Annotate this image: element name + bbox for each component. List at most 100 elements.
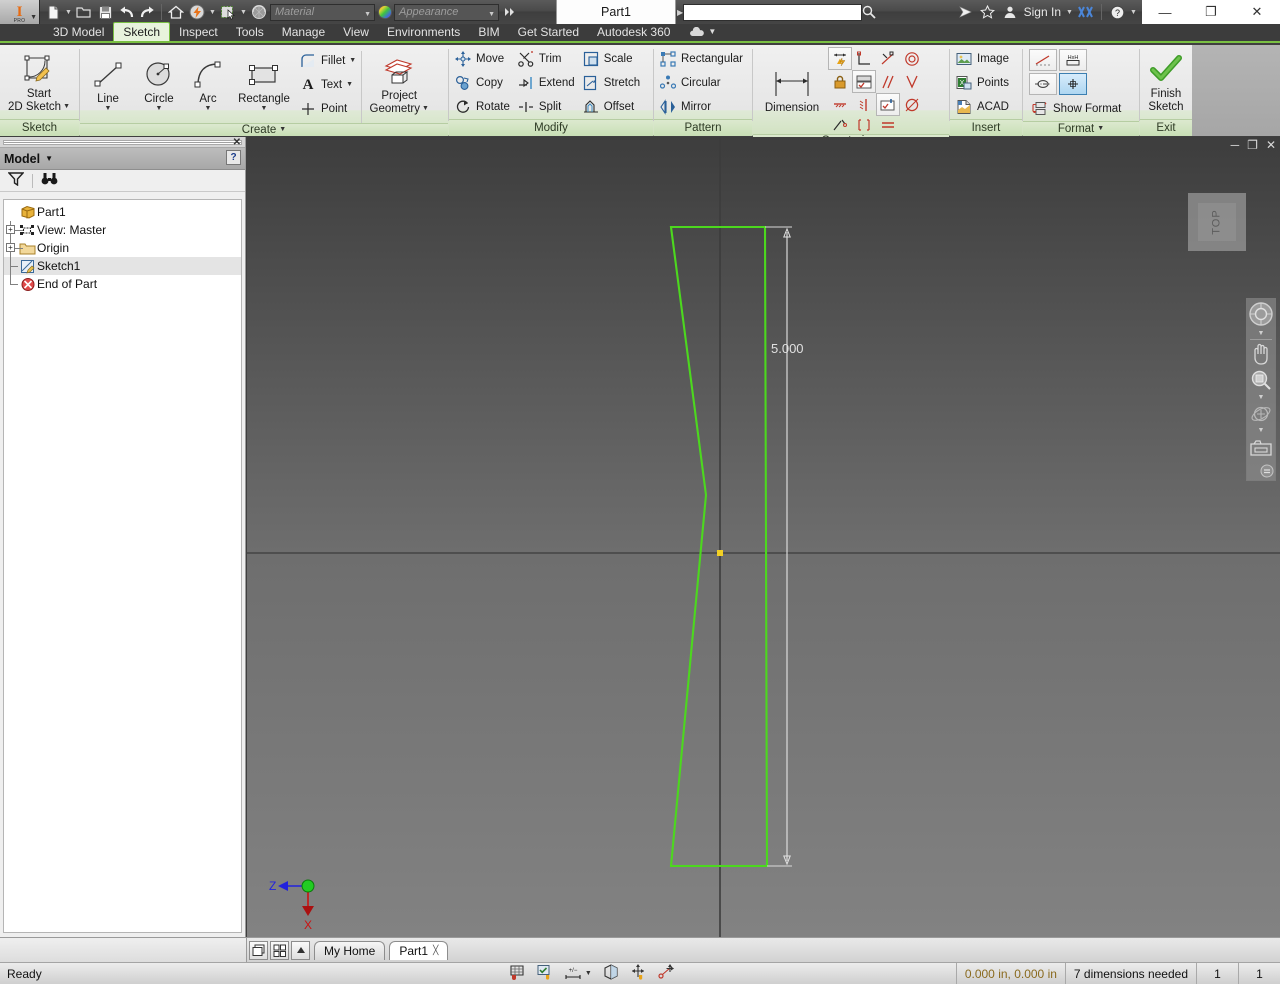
close-button[interactable]: ✕: [1234, 0, 1280, 24]
offset-button[interactable]: Offset: [580, 95, 645, 119]
tile-windows-icon[interactable]: [270, 940, 289, 960]
symmetric-constraint-icon[interactable]: [828, 116, 852, 134]
chevron-down-icon[interactable]: ▼: [105, 105, 112, 112]
chevron-down-icon[interactable]: ▼: [364, 11, 371, 18]
pan-hand-icon[interactable]: [1246, 341, 1276, 367]
mirror-button[interactable]: Mirror: [657, 95, 748, 119]
fillet-button[interactable]: Fillet ▼: [297, 49, 361, 73]
chevron-down-icon[interactable]: ▼: [45, 154, 53, 163]
chevron-down-icon[interactable]: ▼: [279, 126, 286, 133]
scroll-up-icon[interactable]: [291, 940, 310, 960]
view-cube-top-face[interactable]: TOP: [1198, 203, 1236, 241]
tree-node-end-of-part[interactable]: End of Part: [4, 275, 241, 293]
tab-tools[interactable]: Tools: [227, 22, 273, 41]
doc-tab-my-home[interactable]: My Home: [314, 940, 386, 960]
rotate-button[interactable]: Rotate: [452, 95, 515, 119]
chevron-down-icon[interactable]: ▼: [1129, 2, 1138, 22]
tree-node-view-master[interactable]: + View: Master: [4, 221, 241, 239]
chevron-down-icon[interactable]: ▼: [1065, 2, 1074, 22]
steering-wheel-icon[interactable]: [1246, 299, 1276, 329]
chevron-down-icon[interactable]: ▼: [205, 105, 212, 112]
zoom-magnifier-icon[interactable]: [1246, 367, 1276, 393]
chevron-down-icon[interactable]: ▼: [208, 2, 217, 22]
canvas-restore-button[interactable]: ❐: [1247, 139, 1258, 151]
canvas-minimize-button[interactable]: ─: [1231, 139, 1240, 151]
driven-dimension-icon[interactable]: HxH: [1059, 49, 1087, 71]
tree-node-origin[interactable]: + Origin: [4, 239, 241, 257]
select-cursor-icon[interactable]: [218, 2, 238, 22]
nav-bar-options-icon[interactable]: [1246, 461, 1276, 480]
tree-node-sketch1[interactable]: Sketch1: [4, 257, 241, 275]
chevron-down-icon[interactable]: ▼: [346, 81, 353, 88]
sketch-profile[interactable]: [669, 225, 769, 868]
chevron-down-icon[interactable]: ▼: [1246, 393, 1276, 401]
favorites-star-icon[interactable]: [978, 2, 998, 22]
parallel-constraint-icon[interactable]: [876, 70, 900, 93]
chevron-down-icon[interactable]: ▼: [30, 14, 37, 21]
tab-environments[interactable]: Environments: [378, 22, 469, 41]
chevron-down-icon[interactable]: ▼: [239, 2, 248, 22]
constraint-display-icon[interactable]: [536, 964, 553, 983]
tab-autodesk-360[interactable]: Autodesk 360: [588, 22, 679, 41]
tangent-constraint-icon[interactable]: [876, 47, 900, 70]
finish-sketch-button[interactable]: Finish Sketch: [1143, 50, 1189, 116]
tree-node-part1[interactable]: Part1: [4, 203, 241, 221]
perpendicular-constraint-icon[interactable]: [852, 47, 876, 70]
tree-expander-origin[interactable]: +: [4, 239, 23, 257]
redo-arrow-icon[interactable]: [137, 2, 157, 22]
construction-line-icon[interactable]: [1029, 49, 1057, 71]
chevron-down-icon[interactable]: ▼: [261, 105, 268, 112]
vertical-constraint-icon[interactable]: [852, 93, 876, 116]
material-field[interactable]: Material ▼: [270, 3, 375, 21]
center-point-icon[interactable]: [1059, 73, 1087, 95]
rectangular-pattern-button[interactable]: Rectangular: [657, 47, 748, 71]
tab-inspect[interactable]: Inspect: [170, 22, 227, 41]
chevron-down-icon[interactable]: ▼: [64, 2, 73, 22]
horizontal-constraint-icon[interactable]: [828, 93, 852, 116]
search-input[interactable]: [683, 3, 863, 21]
move-button[interactable]: Move: [452, 47, 515, 71]
arc-button[interactable]: Arc ▼: [185, 55, 231, 115]
show-format-button[interactable]: Show Format: [1029, 97, 1126, 121]
sign-in-label[interactable]: Sign In: [1022, 5, 1063, 19]
point-button[interactable]: Point: [297, 97, 361, 121]
view-cube[interactable]: TOP: [1188, 193, 1246, 251]
help-icon[interactable]: ?: [1107, 2, 1127, 22]
open-folder-icon[interactable]: [74, 2, 94, 22]
concentric-constraint-icon[interactable]: [900, 47, 924, 70]
extend-button[interactable]: Extend: [515, 71, 580, 95]
trim-button[interactable]: Trim: [515, 47, 580, 71]
origin-point[interactable]: [717, 550, 723, 556]
tab-view[interactable]: View: [334, 22, 378, 41]
chevron-down-icon[interactable]: ▼: [488, 11, 495, 18]
exchange-apps-icon[interactable]: [1076, 2, 1096, 22]
dimension-value-label[interactable]: 5.000: [771, 341, 804, 356]
tab-manage[interactable]: Manage: [273, 22, 334, 41]
relax-mode-icon[interactable]: [658, 964, 676, 983]
new-document-icon[interactable]: [43, 2, 63, 22]
user-account-icon[interactable]: [1000, 2, 1020, 22]
doc-tab-part1[interactable]: Part1 ╳: [389, 940, 449, 960]
close-icon[interactable]: ╳: [433, 945, 438, 956]
appearance-sphere-icon[interactable]: [376, 4, 393, 21]
centerline-icon[interactable]: [1029, 73, 1057, 95]
orbit-icon[interactable]: [1246, 402, 1276, 427]
chevron-down-icon[interactable]: ▼: [1246, 426, 1276, 434]
autodesk-exchange-icon[interactable]: [956, 2, 976, 22]
chevron-down-icon[interactable]: ▼: [422, 105, 429, 112]
fix-lock-icon[interactable]: [828, 70, 852, 93]
save-disk-icon[interactable]: [95, 2, 115, 22]
snap-grid-icon[interactable]: [509, 964, 526, 983]
equal-radius-constraint-icon[interactable]: [900, 93, 924, 116]
chevron-down-icon[interactable]: ▼: [708, 27, 716, 36]
chevron-down-icon[interactable]: ▼: [1246, 329, 1276, 337]
chevron-down-icon[interactable]: ▼: [585, 970, 592, 977]
project-geometry-button[interactable]: Project Geometry ▼: [362, 52, 436, 118]
equal-constraint-icon[interactable]: [876, 116, 900, 134]
dimension-button[interactable]: Dimension: [756, 64, 828, 117]
stretch-button[interactable]: Stretch: [580, 71, 645, 95]
auto-dimension-icon[interactable]: [828, 47, 852, 70]
dimension-display-icon[interactable]: +/− ▼: [563, 966, 592, 982]
slice-graphics-icon[interactable]: [602, 964, 620, 983]
chevron-down-icon[interactable]: ▼: [156, 105, 163, 112]
